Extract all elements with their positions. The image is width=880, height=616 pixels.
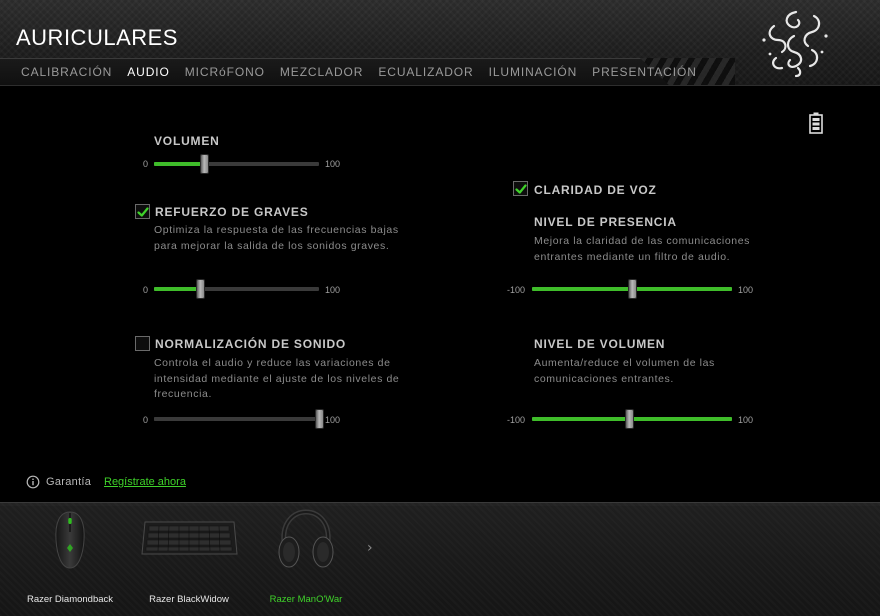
presence-max: 100 (738, 285, 754, 295)
tab-audio[interactable]: AUDIO (127, 65, 170, 79)
volume-min: 0 (143, 159, 149, 169)
bass-boost-description: Optimiza la respuesta de las frecuencias… (154, 224, 399, 252)
volume-max: 100 (325, 159, 341, 169)
volume-label: VOLUMEN (154, 134, 220, 148)
device-diamondback[interactable]: Razer Diamondback (15, 508, 125, 608)
volume-level-description: Aumenta/reduce el volumen de las comunic… (534, 357, 715, 385)
volume-slider[interactable] (154, 154, 319, 174)
razer-snake-logo-icon (762, 10, 828, 78)
warranty-label: Garantía (46, 476, 92, 488)
device-name: Razer Diamondback (26, 594, 114, 605)
tab-calibracion[interactable]: CALIBRACIÓN (21, 65, 112, 79)
bass-boost-label: REFUERZO DE GRAVES (155, 205, 309, 219)
bass-boost-slider[interactable] (154, 279, 319, 299)
tab-presentacion[interactable]: PRESENTACIÓN (592, 65, 697, 79)
normalization-description: Controla el audio y reduce las variacion… (154, 357, 400, 400)
device-manowar[interactable]: Razer ManO'War (251, 508, 361, 608)
tab-ecualizador[interactable]: ECUALIZADOR (378, 65, 473, 79)
slider-fill (154, 417, 319, 421)
device-blackwidow[interactable]: Razer BlackWidow (134, 508, 244, 608)
tab-microfono[interactable]: MICRóFONO (185, 65, 265, 79)
voice-clarity-label: CLARIDAD DE VOZ (534, 183, 657, 197)
slider-thumb[interactable] (625, 409, 634, 429)
slider-thumb[interactable] (315, 409, 324, 429)
volume-level-max: 100 (738, 415, 754, 425)
volume-level-min: -100 (507, 415, 526, 425)
normalization-max: 100 (325, 415, 341, 425)
device-name: Razer BlackWidow (149, 594, 229, 605)
slider-fill (154, 162, 204, 166)
bass-boost-max: 100 (325, 285, 341, 295)
mouse-icon (55, 511, 85, 569)
voice-clarity-checkbox[interactable] (513, 181, 528, 196)
info-icon (26, 475, 40, 489)
slider-thumb[interactable] (196, 279, 206, 299)
app-title: AURICULARES (16, 25, 178, 50)
check-icon (137, 207, 149, 217)
bass-boost-min: 0 (143, 285, 149, 295)
device-bar-background (0, 506, 880, 616)
slider-thumb[interactable] (628, 279, 637, 299)
device-name: Razer ManO'War (269, 594, 343, 605)
slider-fill (154, 287, 201, 291)
keyboard-icon (141, 521, 238, 555)
normalization-checkbox[interactable] (135, 336, 150, 351)
headset-icon (278, 509, 334, 568)
slider-thumb[interactable] (199, 154, 209, 174)
normalization-label: NORMALIZACIÓN DE SONIDO (155, 337, 347, 351)
device-bar-divider (0, 502, 880, 503)
check-icon (515, 184, 527, 194)
normalization-min: 0 (143, 415, 149, 425)
register-link[interactable]: Regístrate ahora (104, 476, 186, 488)
volume-level-label: NIVEL DE VOLUMEN (534, 337, 666, 351)
presence-slider[interactable] (532, 279, 732, 299)
presence-description: Mejora la claridad de las comunicaciones… (534, 235, 751, 263)
normalization-slider[interactable] (154, 409, 324, 429)
tab-mezclador[interactable]: MEZCLADOR (280, 65, 363, 79)
volume-level-slider[interactable] (532, 409, 732, 429)
presence-label: NIVEL DE PRESENCIA (534, 215, 677, 229)
chevron-right-icon[interactable]: › (367, 540, 373, 556)
header-divider (0, 85, 880, 86)
tab-iluminacion[interactable]: ILUMINACIÓN (489, 65, 578, 79)
tabs: CALIBRACIÓN AUDIO MICRóFONO MEZCLADOR EC… (21, 65, 712, 79)
battery-icon (809, 112, 823, 134)
bass-boost-checkbox[interactable] (135, 204, 150, 219)
presence-min: -100 (507, 285, 526, 295)
